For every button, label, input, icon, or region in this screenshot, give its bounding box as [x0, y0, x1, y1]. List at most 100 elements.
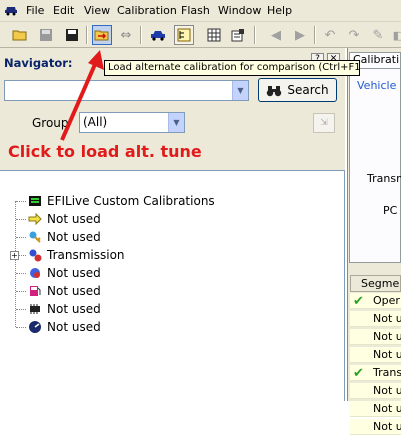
tree-item[interactable]: Not used — [28, 300, 101, 318]
menu-flash[interactable]: Flash — [181, 4, 210, 17]
tree-item-label: Transmission — [47, 248, 125, 262]
segment-label: Not u — [373, 402, 401, 415]
checkmark-icon: ✔ — [353, 366, 364, 381]
forward-button[interactable]: ▶ — [290, 25, 310, 45]
save-disabled-button[interactable] — [36, 25, 56, 45]
segment-row[interactable]: ✔ Trans — [350, 365, 401, 381]
tree-item[interactable]: Transmission — [28, 246, 125, 264]
group-select[interactable]: (All) ▼ — [79, 112, 185, 133]
tree-item[interactable]: Not used — [28, 264, 101, 282]
toolbar-separator — [254, 26, 256, 44]
filter-button[interactable]: ⇲ — [313, 113, 335, 133]
chevron-down-icon[interactable]: ▼ — [232, 81, 248, 100]
segment-label: Oper — [373, 294, 400, 307]
transmission-label: Transm — [367, 172, 401, 185]
left-arrow-icon: ◀ — [271, 27, 281, 43]
group-select-value: (All) — [83, 115, 108, 129]
custom-calibrations-icon — [29, 196, 41, 206]
search-button[interactable]: Search — [258, 78, 337, 102]
search-input[interactable]: ▼ — [4, 80, 249, 101]
group-label: Group — [32, 116, 69, 130]
vehicle-button[interactable] — [148, 25, 168, 45]
annotation-text: Click to load alt. tune — [8, 142, 202, 161]
arrow-tag-icon — [28, 212, 42, 226]
save-icon — [66, 29, 78, 41]
key-icon — [29, 231, 41, 243]
double-arrow-icon: ⇔ — [120, 27, 132, 43]
properties-icon — [231, 29, 244, 42]
tree-item-label: Not used — [47, 266, 101, 280]
tree-item[interactable]: Not used — [28, 228, 101, 246]
toolbar-separator — [86, 26, 88, 44]
redo-button[interactable]: ↷ — [344, 25, 364, 45]
menu-file[interactable]: File — [26, 4, 44, 17]
segment-row[interactable]: Not u — [350, 401, 401, 417]
menu-calibration[interactable]: Calibration — [117, 4, 177, 17]
segment-row[interactable]: ✔ Oper — [350, 293, 401, 309]
right-arrow-icon: ▶ — [295, 27, 305, 43]
search-button-label: Search — [287, 83, 329, 97]
segments-header[interactable]: Segme — [350, 275, 401, 292]
tree-connector — [16, 309, 26, 310]
tree-view-icon — [177, 28, 191, 42]
disabled-icon: ◧ — [392, 28, 401, 42]
more-button[interactable]: ◧ — [388, 25, 401, 45]
expand-toggle[interactable]: + — [10, 251, 19, 260]
tree-item-label: Not used — [47, 212, 101, 226]
tree-connector — [16, 291, 26, 292]
load-alternate-calibration-button[interactable] — [92, 25, 112, 45]
tree-item[interactable]: Not used — [28, 210, 101, 228]
calibration-panel — [349, 68, 401, 263]
tree-item-label: Not used — [47, 302, 101, 316]
toolbar: ⇔ ◀ ▶ ↶ ↷ ✎ ◧ — [0, 22, 401, 48]
tree-item[interactable]: Not used — [28, 282, 101, 300]
menu-window[interactable]: Window — [218, 4, 261, 17]
tree-item-label: Not used — [47, 284, 101, 298]
back-button[interactable]: ◀ — [266, 25, 286, 45]
fuel-pump-icon — [30, 286, 41, 296]
segment-row[interactable]: Not u — [350, 311, 401, 327]
save-button[interactable] — [62, 25, 82, 45]
filter-icon: ⇲ — [320, 118, 328, 128]
segment-label: Not u — [373, 330, 401, 343]
segment-row[interactable]: Not u — [350, 329, 401, 345]
tooltip: Load alternate calibration for compariso… — [104, 60, 360, 76]
menu-view[interactable]: View — [84, 4, 110, 17]
car-icon — [151, 31, 165, 41]
undo-button[interactable]: ↶ — [320, 25, 340, 45]
menu-edit[interactable]: Edit — [53, 4, 74, 17]
table-button[interactable] — [204, 25, 224, 45]
menu-help[interactable]: Help — [267, 4, 292, 17]
open-button[interactable] — [10, 25, 30, 45]
menu-bar: File Edit View Calibration Flash Window … — [0, 0, 401, 22]
tree-item-label: Not used — [47, 320, 101, 334]
segment-row[interactable]: Not u — [350, 419, 401, 435]
app-car-icon — [5, 7, 17, 16]
tree-item[interactable]: Not used — [28, 318, 101, 336]
toolbar-separator — [140, 26, 142, 44]
open-alternate-folder-icon — [94, 30, 109, 41]
edit-disabled-button[interactable]: ✎ — [368, 25, 388, 45]
chevron-down-icon[interactable]: ▼ — [168, 113, 184, 132]
checkmark-icon: ✔ — [353, 294, 364, 309]
tree-item[interactable]: EFILive Custom Calibrations — [28, 192, 215, 210]
gears-icon — [29, 249, 42, 262]
tree-connector — [16, 201, 26, 202]
segment-row[interactable]: Not u — [350, 347, 401, 363]
tree-connector — [16, 273, 26, 274]
vehicle-label: Vehicle — [357, 79, 397, 92]
segment-label: Not u — [373, 348, 401, 361]
save-icon — [40, 29, 52, 41]
properties-button[interactable] — [228, 25, 248, 45]
navigator-toggle-button[interactable] — [174, 25, 194, 45]
gauge-icon — [29, 321, 41, 333]
pc-label: PC — [383, 204, 398, 217]
segment-row[interactable]: Not u — [350, 383, 401, 399]
tree-item-label: EFILive Custom Calibrations — [47, 194, 215, 208]
chip-icon — [30, 304, 40, 314]
undo-icon: ↶ — [324, 27, 336, 43]
gear-icon — [30, 268, 40, 278]
segment-label: Not u — [373, 384, 401, 397]
toolbar-separator — [314, 26, 316, 44]
compare-button[interactable]: ⇔ — [116, 25, 136, 45]
